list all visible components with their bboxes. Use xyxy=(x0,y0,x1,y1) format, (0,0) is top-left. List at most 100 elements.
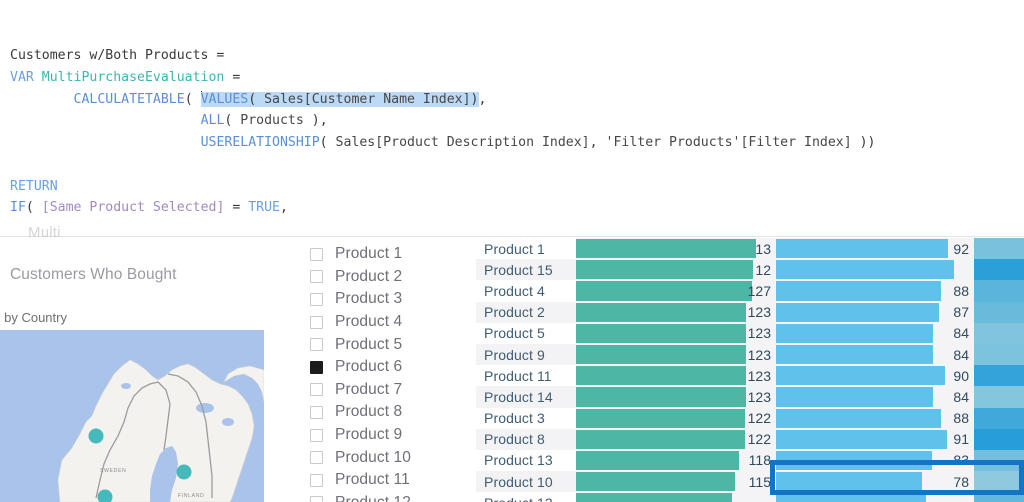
product-slicer[interactable]: Product 1 Product 2 Product 3 Product 4 Prod… xyxy=(264,238,476,502)
checkbox-icon[interactable] xyxy=(310,405,323,419)
code-token: VALUES xyxy=(200,91,249,107)
heatmap-swatch xyxy=(974,280,1024,302)
code-token: Products xyxy=(240,113,304,129)
data-bar-value: 13 xyxy=(755,240,771,257)
slicer-item-label: Product 5 xyxy=(335,335,403,353)
ghost-visual-title: Multi xyxy=(28,224,61,241)
data-bar xyxy=(776,408,941,428)
table-row[interactable]: Product 15 12 xyxy=(476,259,1024,281)
report-canvas: Multi Customers Who Bought s by Country xyxy=(0,218,1024,502)
slicer-item-product-12[interactable]: Product 12 xyxy=(264,492,476,502)
map-visual[interactable]: SWEDEN FINLAND xyxy=(0,330,264,502)
table-row[interactable]: Product 5 123 84 xyxy=(476,322,1024,344)
table-cell-heatmap xyxy=(974,492,1024,502)
data-bar-value: 87 xyxy=(953,304,969,321)
heatmap-swatch xyxy=(974,471,1024,493)
checkbox-icon[interactable] xyxy=(310,338,323,352)
code-token: [Same Product Selected] xyxy=(41,200,225,216)
slicer-item-product-2[interactable]: Product 2 xyxy=(264,266,476,289)
table-cell-customers-who-bought: 13 xyxy=(576,238,776,260)
table-row[interactable]: Product 12 xyxy=(476,492,1024,502)
table-row[interactable]: Product 10 115 78 xyxy=(476,471,1024,493)
checkbox-icon[interactable] xyxy=(310,315,323,329)
code-line-4: ALL( Products ), xyxy=(10,110,1024,132)
heatmap-swatch xyxy=(974,386,1024,408)
checkbox-icon[interactable] xyxy=(310,496,323,502)
slicer-item-product-11[interactable]: Product 11 xyxy=(264,469,476,492)
checkbox-icon[interactable] xyxy=(310,270,323,284)
slicer-item-product-7[interactable]: Product 7 xyxy=(264,379,476,402)
table-row[interactable]: Product 4 127 88 xyxy=(476,280,1024,302)
data-bar xyxy=(776,239,949,259)
code-token: ( xyxy=(25,200,42,216)
table-row[interactable]: Product 9 123 84 xyxy=(476,343,1024,366)
data-bar xyxy=(776,387,934,407)
checkbox-icon[interactable] xyxy=(310,473,323,487)
checkbox-checked-icon[interactable] xyxy=(310,360,323,374)
table-row[interactable]: Product 8 122 91 xyxy=(476,428,1024,450)
slicer-item-product-3[interactable]: Product 3 xyxy=(264,288,476,311)
slicer-item-product-8[interactable]: Product 8 xyxy=(264,401,476,424)
checkbox-icon[interactable] xyxy=(310,383,323,397)
code-line-5: USERELATIONSHIP( Sales[Product Descripti… xyxy=(10,132,1024,154)
screen-root: Customers w/Both Products = VAR MultiPurc… xyxy=(0,0,1024,502)
code-line-3: CALCULATETABLE( VALUES( Sales[Customer N… xyxy=(10,89,1024,111)
checkbox-icon[interactable] xyxy=(310,292,323,306)
checkbox-icon[interactable] xyxy=(310,451,323,465)
table-visual[interactable]: Product 1 13 92 Product 15 12 Product 4 127 88 P… xyxy=(476,238,1024,502)
map-label-finland: FINLAND xyxy=(178,493,205,499)
code-token: , xyxy=(280,200,288,216)
table-cell-product-name: Product 11 xyxy=(476,365,576,387)
table-cell-heatmap xyxy=(974,238,1024,260)
canvas-divider xyxy=(0,236,1024,237)
table-row[interactable]: Product 11 123 90 xyxy=(476,365,1024,387)
table-cell-customers-who-bought: 123 xyxy=(576,301,776,323)
table-cell-heatmap xyxy=(974,365,1024,387)
data-bar xyxy=(776,429,947,449)
slicer-item-label: Product 11 xyxy=(335,471,410,489)
data-bar xyxy=(576,387,747,407)
table-cell-customers-who-bought: 123 xyxy=(576,343,776,366)
data-bar-value: 118 xyxy=(748,452,771,469)
visual-title-customers-who-bought: Customers Who Bought xyxy=(10,266,177,283)
code-line-7: RETURN xyxy=(10,176,1024,198)
slicer-item-product-9[interactable]: Product 9 xyxy=(264,424,476,447)
table-row[interactable]: Product 13 118 83 xyxy=(476,449,1024,472)
table-cell-product-name: Product 1 xyxy=(476,238,576,260)
heatmap-swatch xyxy=(974,428,1024,450)
slicer-item-product-6[interactable]: Product 6 xyxy=(264,356,476,379)
checkbox-icon[interactable] xyxy=(310,428,323,442)
checkbox-icon[interactable] xyxy=(310,247,323,261)
slicer-item-product-4[interactable]: Product 4 xyxy=(264,311,476,334)
table-cell-product-name: Product 10 xyxy=(476,471,576,493)
data-bar-value: 88 xyxy=(953,410,969,427)
dax-formula-editor[interactable]: Customers w/Both Products = VAR MultiPurc… xyxy=(0,0,1024,218)
visual-title-by-country: s by Country xyxy=(0,310,67,325)
data-bar xyxy=(576,323,747,343)
slicer-item-product-5[interactable]: Product 5 xyxy=(264,333,476,356)
data-bar xyxy=(776,323,934,343)
data-bar xyxy=(776,472,923,492)
table-row[interactable]: Product 3 122 88 xyxy=(476,407,1024,429)
data-bar-value: 88 xyxy=(953,282,969,299)
table-cell-customers-with-both-products: 88 xyxy=(776,280,974,302)
code-token: ), xyxy=(303,113,328,129)
slicer-item-product-1[interactable]: Product 1 xyxy=(264,243,476,266)
table-row[interactable]: Product 14 123 84 xyxy=(476,386,1024,408)
slicer-item-product-10[interactable]: Product 10 xyxy=(264,446,476,469)
data-bar-value: 91 xyxy=(953,431,969,448)
map-graphic xyxy=(0,330,264,502)
code-token: = xyxy=(224,70,241,86)
table-cell-customers-with-both-products: 92 xyxy=(776,238,974,260)
table-cell-customers-who-bought: 123 xyxy=(576,365,776,387)
table-cell-customers-who-bought: 115 xyxy=(576,471,776,493)
data-bar-value: 122 xyxy=(747,431,771,448)
heatmap-swatch xyxy=(974,407,1024,429)
table-row[interactable]: Product 1 13 92 xyxy=(476,238,1024,260)
table-cell-heatmap xyxy=(974,322,1024,344)
table-cell-customers-who-bought xyxy=(576,492,776,502)
data-bar-value: 90 xyxy=(953,367,969,384)
table-cell-customers-who-bought: 12 xyxy=(576,259,776,281)
table-row[interactable]: Product 2 123 87 xyxy=(476,301,1024,323)
